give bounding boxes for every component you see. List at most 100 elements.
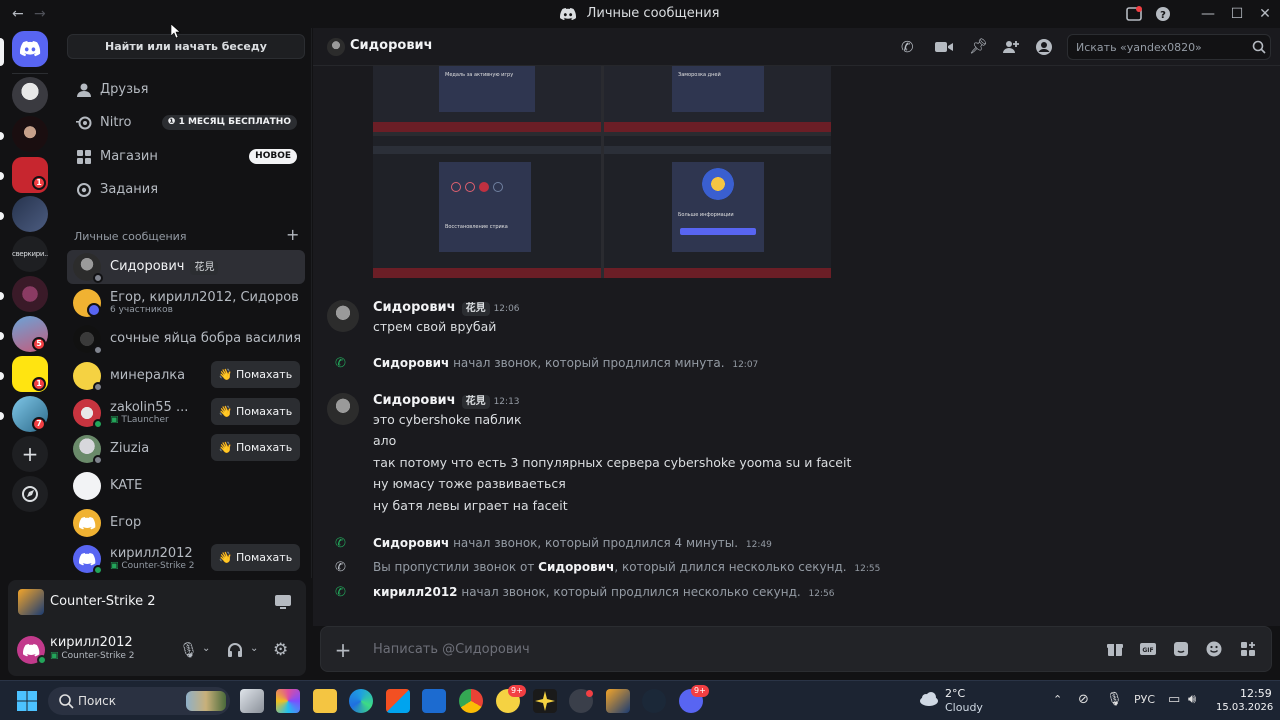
activity-game-name: Counter-Strike 2: [50, 594, 156, 609]
steam-icon[interactable]: [642, 689, 666, 713]
wave-button[interactable]: 👋 Помахать: [211, 544, 300, 571]
chrome-icon[interactable]: [459, 689, 483, 713]
new-badge: НОВОЕ: [249, 149, 297, 164]
phone-icon: ✆: [335, 585, 346, 600]
taskbar-search[interactable]: Поиск: [48, 687, 230, 715]
gif-icon[interactable]: GIF: [1139, 640, 1159, 660]
dm-item[interactable]: минералка 👋 Помахать: [67, 359, 305, 393]
chevron-down-icon[interactable]: ⌄: [202, 643, 210, 654]
server-icon[interactable]: [12, 116, 48, 152]
avatar[interactable]: [327, 393, 359, 425]
message-author[interactable]: Сидорович: [373, 393, 456, 408]
server-icon[interactable]: [12, 276, 48, 312]
missed-call-message: Вы пропустили звонок от Сидорович, котор…: [373, 560, 881, 574]
sticker-icon[interactable]: [1172, 640, 1192, 660]
help-icon[interactable]: ?: [1153, 4, 1173, 24]
dm-item[interactable]: Егор, кирилл2012, Сидорович,... 6 участн…: [67, 286, 305, 320]
create-dm-icon[interactable]: +: [286, 225, 299, 244]
dm-item[interactable]: Ziuzia 👋 Помахать: [67, 432, 305, 466]
mouse-cursor-icon: [171, 24, 181, 38]
file-explorer-icon[interactable]: [313, 689, 337, 713]
add-friends-icon[interactable]: [1002, 38, 1020, 56]
display-icon[interactable]: ▭: [1168, 692, 1180, 707]
dm-item[interactable]: Сидорович 花見: [67, 250, 305, 284]
message-text: ну батя левы играет на faceit: [373, 498, 568, 513]
notification-badge: 9+: [508, 685, 526, 697]
network-off-icon[interactable]: ⊘: [1078, 692, 1089, 707]
task-view-icon[interactable]: [240, 689, 264, 713]
stream-screen-icon[interactable]: [274, 594, 292, 610]
clan-tag: 花見: [190, 261, 219, 275]
avatar[interactable]: [327, 300, 359, 332]
windows-start-icon[interactable]: [15, 689, 39, 713]
search-box[interactable]: Искать «yandex0820»: [1067, 34, 1271, 60]
headphones-icon[interactable]: [226, 641, 244, 659]
server-icon[interactable]: [12, 77, 48, 113]
nav-quests[interactable]: Задания: [67, 174, 305, 206]
copilot-icon[interactable]: [276, 689, 300, 713]
weather-temp[interactable]: 2°C: [945, 687, 965, 700]
minimize-icon[interactable]: —: [1198, 4, 1218, 24]
message-text: ало: [373, 433, 397, 448]
store-icon[interactable]: [386, 689, 410, 713]
chevron-down-icon[interactable]: ⌄: [250, 643, 258, 654]
speaker-icon[interactable]: 🔊︎: [1188, 692, 1196, 707]
mention-badge: 7: [32, 417, 46, 431]
avatar: [73, 472, 101, 500]
server-icon-text[interactable]: сверкири..: [12, 236, 48, 272]
server-icon[interactable]: [12, 196, 48, 232]
gear-icon[interactable]: ⚙: [273, 640, 288, 660]
dm-item[interactable]: Егор: [67, 506, 305, 540]
cs2-icon[interactable]: [606, 689, 630, 713]
divider: [12, 73, 48, 74]
chevron-up-icon[interactable]: ⌃: [1053, 693, 1062, 706]
maximize-icon[interactable]: ☐: [1227, 4, 1247, 24]
activity-panel[interactable]: Counter-Strike 2: [8, 580, 306, 624]
dm-item[interactable]: KATE: [67, 469, 305, 503]
apps-icon[interactable]: [1239, 640, 1259, 660]
plus-attach-icon[interactable]: +: [333, 640, 353, 660]
mention-badge: 1: [32, 176, 46, 190]
pin-icon[interactable]: 📌︎: [969, 37, 988, 55]
gift-icon: ❶: [167, 117, 179, 127]
clock-date[interactable]: 15.03.2026: [1216, 702, 1273, 713]
find-conversation-button[interactable]: Найти или начать беседу: [67, 34, 305, 59]
edge-icon[interactable]: [349, 689, 373, 713]
nav-friends[interactable]: Друзья: [67, 74, 305, 106]
language-indicator[interactable]: РУС: [1134, 693, 1155, 706]
gift-icon[interactable]: [1106, 640, 1126, 660]
app-star-icon[interactable]: [533, 689, 557, 713]
video-call-icon[interactable]: [935, 40, 953, 54]
voice-call-icon[interactable]: ✆: [901, 38, 914, 56]
username: кирилл2012: [50, 635, 133, 650]
message-author[interactable]: Сидорович: [373, 300, 456, 315]
message-text: стрем свой врубай: [373, 319, 497, 334]
weather-desc[interactable]: Cloudy: [945, 701, 983, 714]
wave-button[interactable]: 👋 Помахать: [211, 361, 300, 388]
microphone-icon[interactable]: 🎙︎: [179, 641, 198, 659]
dm-item[interactable]: сочные яйца бобра василия: [67, 322, 305, 356]
inbox-icon[interactable]: [1124, 4, 1144, 24]
wave-button[interactable]: 👋 Помахать: [211, 434, 300, 461]
message-text: так потому что есть 3 популярных сервера…: [373, 455, 852, 470]
dm-item[interactable]: zakolin55 ... ▣ TLauncher 👋 Помахать: [67, 396, 305, 430]
outlook-icon[interactable]: [422, 689, 446, 713]
discover-icon[interactable]: [12, 476, 48, 512]
wave-hand-icon: 👋: [218, 405, 236, 418]
wave-button[interactable]: 👋 Помахать: [211, 398, 300, 425]
dm-sidebar: Найти или начать беседу Друзья Nitro ❶ 1…: [60, 28, 312, 578]
attachment-image[interactable]: Медаль за активную игру Заморозка дней В…: [373, 66, 831, 278]
nav-shop[interactable]: Магазин НОВОЕ: [67, 141, 305, 173]
add-server-icon[interactable]: +: [12, 436, 48, 472]
dm-item[interactable]: кирилл2012 ▣ Counter-Strike 2 👋 Помахать: [67, 542, 305, 576]
microphone-icon[interactable]: 🎙︎: [1106, 692, 1123, 707]
nitro-icon: [75, 114, 93, 132]
emoji-icon[interactable]: [1205, 640, 1225, 660]
notification-dot: [586, 690, 593, 697]
clock-time[interactable]: 12:59: [1240, 687, 1272, 700]
nav-nitro[interactable]: Nitro ❶ 1 МЕСЯЦ БЕСПЛАТНО: [67, 107, 305, 139]
close-icon[interactable]: ✕: [1255, 4, 1275, 24]
user-profile-icon[interactable]: [1035, 38, 1053, 56]
home-button[interactable]: [12, 31, 48, 67]
message-input[interactable]: [373, 639, 1073, 659]
